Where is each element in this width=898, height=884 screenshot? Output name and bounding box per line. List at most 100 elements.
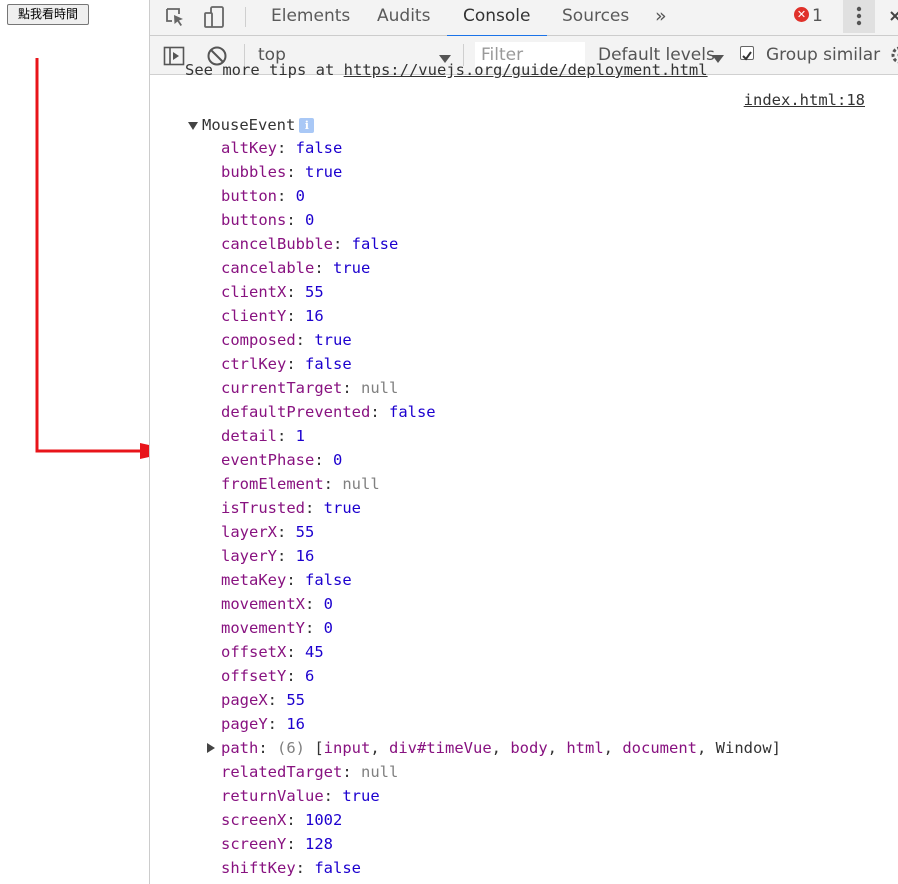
property-row-button[interactable]: button: 0 [221,184,781,208]
console-output: See more tips at https://vuejs.org/guide… [150,61,898,884]
property-value: 6 [305,667,315,685]
property-value: false [351,235,399,253]
property-key: shiftKey [221,859,296,877]
info-icon[interactable]: i [299,118,315,133]
array-item: Window [715,739,772,757]
tab-console[interactable]: Console [447,0,547,37]
property-row-metaKey[interactable]: metaKey: false [221,568,781,592]
tab-elements[interactable]: Elements [271,0,350,35]
source-location-link[interactable]: index.html:18 [744,91,865,109]
property-value: false [314,859,361,877]
message-link[interactable]: https://vuejs.org/guide/deployment.html [344,61,708,79]
property-key: fromElement [221,475,324,493]
property-colon: : [286,211,305,229]
property-value: 55 [295,523,315,541]
property-row-offsetY[interactable]: offsetY: 6 [221,664,781,688]
console-settings-gear-icon[interactable] [888,45,898,69]
property-row-pageX[interactable]: pageX: 55 [221,688,781,712]
property-value: 1002 [305,811,343,829]
property-colon: : [332,235,352,253]
device-toolbar-icon[interactable] [202,5,226,33]
expand-triangle-icon[interactable] [207,743,215,753]
kebab-menu-icon [856,6,862,26]
property-row-shiftKey[interactable]: shiftKey: false [221,856,781,880]
property-row-movementX[interactable]: movementX: 0 [221,592,781,616]
array-separator: , [370,739,390,757]
property-colon: : [295,859,315,877]
property-value: 45 [305,643,324,661]
property-value: null [361,763,399,781]
property-value: false [388,403,436,421]
property-value: true [342,787,380,805]
property-row-returnValue[interactable]: returnValue: true [221,784,781,808]
property-row-layerX[interactable]: layerX: 55 [221,520,781,544]
property-row-layerY[interactable]: layerY: 16 [221,544,781,568]
error-icon[interactable]: ✕ [794,7,809,22]
property-row-screenX[interactable]: screenX: 1002 [221,808,781,832]
property-key: path [221,739,259,757]
property-row-cancelBubble[interactable]: cancelBubble: false [221,232,781,256]
property-key: movementY [221,619,305,637]
array-separator: , [491,739,511,757]
property-row-altKey[interactable]: altKey: false [221,136,781,160]
property-key: layerY [221,547,277,565]
property-key: isTrusted [221,499,305,517]
property-row-cancelable[interactable]: cancelable: true [221,256,781,280]
levels-dropdown-icon[interactable] [712,49,724,68]
console-message-cut: See more tips at https://vuejs.org/guide… [185,61,708,81]
show-console-sidebar-icon[interactable] [163,46,185,70]
property-row-offsetX[interactable]: offsetX: 45 [221,640,781,664]
group-similar-label[interactable]: Group similar [766,36,880,74]
expand-triangle-icon[interactable] [188,121,198,130]
checkmark-icon [742,51,752,61]
property-row-buttons[interactable]: buttons: 0 [221,208,781,232]
property-key: layerX [221,523,277,541]
devtools-panel: Elements Audits Console Sources » ✕ 1 top F… [149,0,898,884]
property-row-composed[interactable]: composed: true [221,328,781,352]
message-text: See more tips at [185,61,344,79]
property-row-fromElement[interactable]: fromElement: null [221,472,781,496]
property-colon: : [277,547,296,565]
property-row-screenY[interactable]: screenY: 128 [221,832,781,856]
property-row-pageY[interactable]: pageY: 16 [221,712,781,736]
error-count[interactable]: 1 [812,0,823,33]
property-colon: : [286,163,305,181]
property-row-clientY[interactable]: clientY: 16 [221,304,781,328]
object-properties: altKey: false bubbles: true button: 0 butto… [207,136,781,880]
customize-menu-button[interactable] [843,0,875,33]
array-item: html [566,739,604,757]
property-row-currentTarget[interactable]: currentTarget: null [221,376,781,400]
property-colon: : [314,259,333,277]
property-key: ctrlKey [221,355,287,373]
property-key: button [221,187,277,205]
property-colon: : [267,691,287,709]
property-row-detail[interactable]: detail: 1 [221,424,781,448]
property-colon: : [305,595,324,613]
property-value: 55 [286,691,306,709]
tab-audits[interactable]: Audits [377,0,430,35]
property-row-bubbles[interactable]: bubbles: true [221,160,781,184]
property-value: 1 [295,427,306,445]
property-row-movementY[interactable]: movementY: 0 [221,616,781,640]
property-colon: : [323,475,343,493]
inspect-element-icon[interactable] [164,6,186,32]
property-colon: : [305,619,324,637]
more-tabs-button[interactable]: » [655,0,667,35]
property-value: 0 [295,187,306,205]
property-row-relatedTarget[interactable]: relatedTarget: null [221,760,781,784]
property-row-isTrusted[interactable]: isTrusted: true [221,496,781,520]
property-row-clientX[interactable]: clientX: 55 [221,280,781,304]
array-item: input [323,739,371,757]
object-header[interactable]: MouseEvent i [188,115,315,135]
property-value: 0 [333,451,343,469]
group-similar-checkbox[interactable] [740,46,754,61]
property-value: false [305,571,352,589]
property-row-ctrlKey[interactable]: ctrlKey: false [221,352,781,376]
property-value: 16 [305,307,324,325]
property-row-path[interactable]: path: (6) [input, div#timeVue, body, htm… [207,736,781,760]
close-devtools-icon[interactable] [888,9,898,29]
property-value: true [323,499,361,517]
property-row-defaultPrevented[interactable]: defaultPrevented: false [221,400,781,424]
property-row-eventPhase[interactable]: eventPhase: 0 [221,448,781,472]
tab-sources[interactable]: Sources [562,0,629,35]
